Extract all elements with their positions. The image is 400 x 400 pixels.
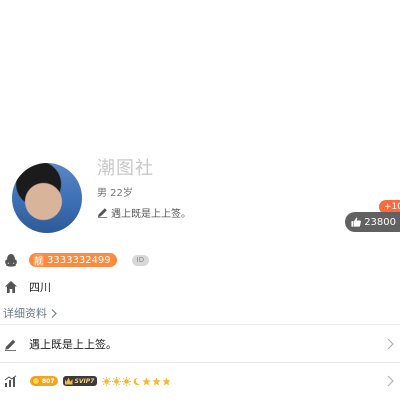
qq-number-row[interactable]: 靓 3333332499 ID [4, 253, 150, 267]
level-chart-icon [4, 374, 17, 387]
qq-number: 3333332499 [47, 254, 111, 266]
chevron-right-icon [387, 375, 394, 387]
likes-count: 23800 [364, 216, 396, 228]
chevron-right-icon [51, 308, 57, 318]
avatar[interactable] [12, 163, 82, 233]
sun-icon [112, 376, 122, 386]
chevron-right-icon [387, 338, 394, 350]
coin-icon [32, 377, 40, 385]
crown-icon [64, 377, 73, 385]
star-icon [142, 376, 151, 385]
signature-row-text: 遇上既是上上签。 [29, 338, 117, 351]
thumb-up-icon [351, 217, 361, 227]
qq-penguin-icon [5, 254, 17, 267]
sun-icon [102, 376, 112, 386]
home-icon [5, 281, 17, 293]
pencil-icon [97, 208, 108, 218]
detail-profile-link[interactable]: 详细资料 [3, 305, 57, 321]
coin-badge: 807 [30, 376, 58, 386]
moon-icon [134, 377, 141, 385]
pencil-icon [5, 339, 16, 351]
signature-row[interactable]: 遇上既是上上签。 [0, 326, 400, 362]
level-row[interactable]: 807 SVIP7 [0, 363, 400, 399]
like-button[interactable]: 23800 [345, 212, 400, 232]
qq-number-badge: 靓 3333332499 [29, 253, 117, 267]
location-row: 四川 [4, 279, 51, 295]
profile-name: 潮图社 [97, 158, 154, 179]
svip-label: SVIP7 [74, 377, 95, 385]
qq-level-icons [102, 376, 171, 386]
signature-summary[interactable]: 遇上既是上上签。 [97, 205, 191, 220]
coin-value: 807 [42, 377, 55, 385]
detail-link-label: 详细资料 [3, 307, 47, 320]
qq-premium-tag: 靓 [33, 253, 45, 267]
svip-badge: SVIP7 [62, 376, 98, 386]
star-icon [152, 376, 161, 385]
id-tag: ID [131, 254, 150, 266]
sun-icon [122, 376, 132, 386]
signature-text: 遇上既是上上签。 [111, 209, 191, 220]
location-text: 四川 [29, 281, 51, 294]
divider [0, 324, 400, 325]
gender-age: 男 22岁 [97, 188, 133, 199]
vip-badges: 807 SVIP7 [30, 376, 386, 386]
star-icon [162, 376, 171, 385]
